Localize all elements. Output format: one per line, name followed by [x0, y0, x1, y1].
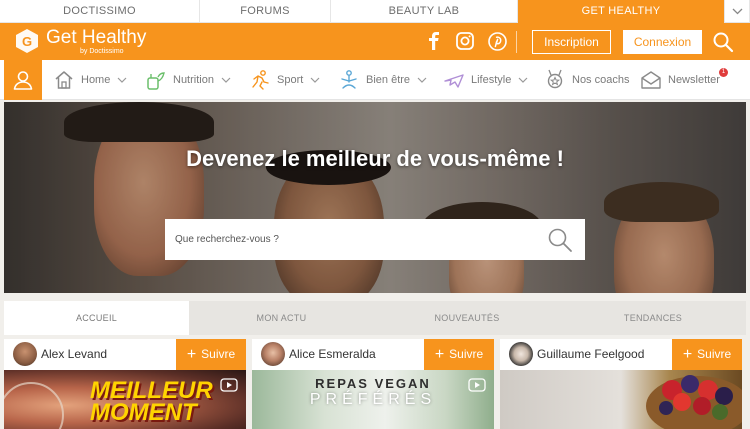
post-image-text: REPAS VEGAN PRÉFÉRÉS [309, 376, 437, 408]
video-icon [468, 378, 486, 392]
hero-banner: Devenez le meilleur de vous-même ! [4, 102, 746, 293]
logo-title: Get Healthy [46, 27, 147, 48]
plus-icon: + [682, 346, 693, 363]
main-nav: Home Nutrition Sport Bien être Lifestyle… [0, 60, 750, 100]
hero-overlay [4, 102, 746, 293]
search-icon[interactable] [547, 227, 573, 253]
newsletter-badge: 1 [719, 68, 728, 77]
coach-name[interactable]: Alex Levand [41, 339, 107, 370]
coach-name[interactable]: Alice Esmeralda [289, 339, 376, 370]
network-tab-forums[interactable]: FORUMS [200, 0, 331, 23]
nav-label-sport: Sport [277, 74, 304, 86]
fruit-bowl-illustration [646, 375, 742, 429]
nav-item-nutrition[interactable]: Nutrition [145, 60, 231, 100]
clock-icon [4, 382, 64, 429]
hero-search-box [165, 219, 585, 260]
site-header: G Get Healthy by Doctissimo Inscription … [0, 23, 750, 60]
chevron-down-icon [310, 77, 320, 83]
medal-icon [547, 69, 563, 89]
nav-item-nos-coachs[interactable]: Nos coachs [544, 60, 629, 100]
nav-label-bien-etre: Bien être [366, 74, 411, 86]
mail-icon [641, 71, 661, 89]
coach-post-image[interactable]: REPAS VEGAN PRÉFÉRÉS [252, 370, 494, 429]
follow-label: Suivre [201, 347, 236, 361]
sport-icon [252, 70, 269, 90]
coach-card[interactable]: Guillaume Feelgood + Suivre [500, 339, 742, 429]
facebook-icon[interactable] [424, 31, 444, 51]
instagram-icon[interactable] [455, 31, 475, 51]
network-bar: DOCTISSIMO FORUMS BEAUTY LAB GET HEALTHY [0, 0, 750, 23]
user-icon [13, 71, 33, 90]
follow-button[interactable]: + Suivre [176, 339, 246, 370]
logo-badge-icon: G [16, 29, 38, 53]
hero-title: Devenez le meilleur de vous-même ! [186, 146, 564, 171]
logo-subtitle: by Doctissimo [80, 48, 124, 55]
follow-label: Suivre [449, 347, 484, 361]
user-account-button[interactable] [4, 60, 42, 100]
coach-card-header: Guillaume Feelgood + Suivre [500, 339, 742, 370]
wellbeing-icon [341, 70, 357, 89]
nutrition-icon [147, 72, 165, 90]
site-logo[interactable]: G Get Healthy by Doctissimo [14, 27, 164, 57]
nav-item-bien-etre[interactable]: Bien être [338, 60, 427, 100]
tab-nouveautes[interactable]: NOUVEAUTÉS [374, 301, 560, 335]
nav-item-home[interactable]: Home [53, 60, 127, 100]
nav-label-newsletter: Newsletter [668, 74, 720, 86]
header-divider [516, 31, 517, 53]
follow-label: Suivre [697, 347, 732, 361]
chevron-down-icon [732, 8, 742, 15]
coach-post-image[interactable]: MEILLEUR MOMENT [4, 370, 246, 429]
avatar[interactable] [509, 342, 533, 366]
page: DOCTISSIMO FORUMS BEAUTY LAB GET HEALTHY… [0, 0, 750, 429]
pinterest-icon[interactable] [487, 31, 507, 51]
login-button[interactable]: Connexion [623, 30, 702, 54]
nav-label-nos-coachs: Nos coachs [572, 74, 630, 86]
avatar[interactable] [13, 342, 37, 366]
content-tabs: ACCUEIL MON ACTU NOUVEAUTÉS TENDANCES [4, 301, 746, 335]
coach-post-image[interactable] [500, 370, 742, 429]
hero-search-input[interactable] [165, 219, 535, 260]
follow-button[interactable]: + Suivre [672, 339, 742, 370]
post-image-text: MEILLEUR MOMENT [90, 377, 213, 426]
network-tab-get-healthy[interactable]: GET HEALTHY [518, 0, 725, 23]
plus-icon: + [434, 346, 445, 363]
plus-icon: + [186, 346, 197, 363]
nav-label-lifestyle: Lifestyle [471, 74, 512, 86]
coach-card[interactable]: Alex Levand + Suivre MEILLEUR MOMENT [4, 339, 246, 429]
nav-item-lifestyle[interactable]: Lifestyle [443, 60, 528, 100]
tab-mon-actu[interactable]: MON ACTU [189, 301, 374, 335]
coach-card-header: Alex Levand + Suivre [4, 339, 246, 370]
nav-label-home: Home [81, 74, 111, 86]
signup-button[interactable]: Inscription [532, 30, 611, 54]
nav-item-sport[interactable]: Sport [249, 60, 320, 100]
chevron-down-icon [518, 77, 528, 83]
plane-icon [444, 74, 464, 88]
coach-card[interactable]: Alice Esmeralda + Suivre REPAS VEGAN PRÉFÉ… [252, 339, 494, 429]
search-icon[interactable] [712, 31, 734, 53]
nav-item-newsletter[interactable]: Newsletter [640, 60, 720, 100]
follow-button[interactable]: + Suivre [424, 339, 494, 370]
network-tab-doctissimo[interactable]: DOCTISSIMO [0, 0, 200, 23]
tab-accueil[interactable]: ACCUEIL [4, 301, 189, 335]
avatar[interactable] [261, 342, 285, 366]
nav-label-nutrition: Nutrition [173, 74, 214, 86]
chevron-down-icon [417, 77, 427, 83]
video-icon [220, 378, 238, 392]
chevron-down-icon [117, 77, 127, 83]
tab-tendances[interactable]: TENDANCES [560, 301, 746, 335]
coach-card-header: Alice Esmeralda + Suivre [252, 339, 494, 370]
network-more-button[interactable] [725, 0, 750, 23]
svg-text:G: G [22, 34, 32, 49]
network-tab-beauty-lab[interactable]: BEAUTY LAB [331, 0, 518, 23]
chevron-down-icon [221, 77, 231, 83]
coach-name[interactable]: Guillaume Feelgood [537, 339, 644, 370]
home-icon [55, 71, 73, 89]
